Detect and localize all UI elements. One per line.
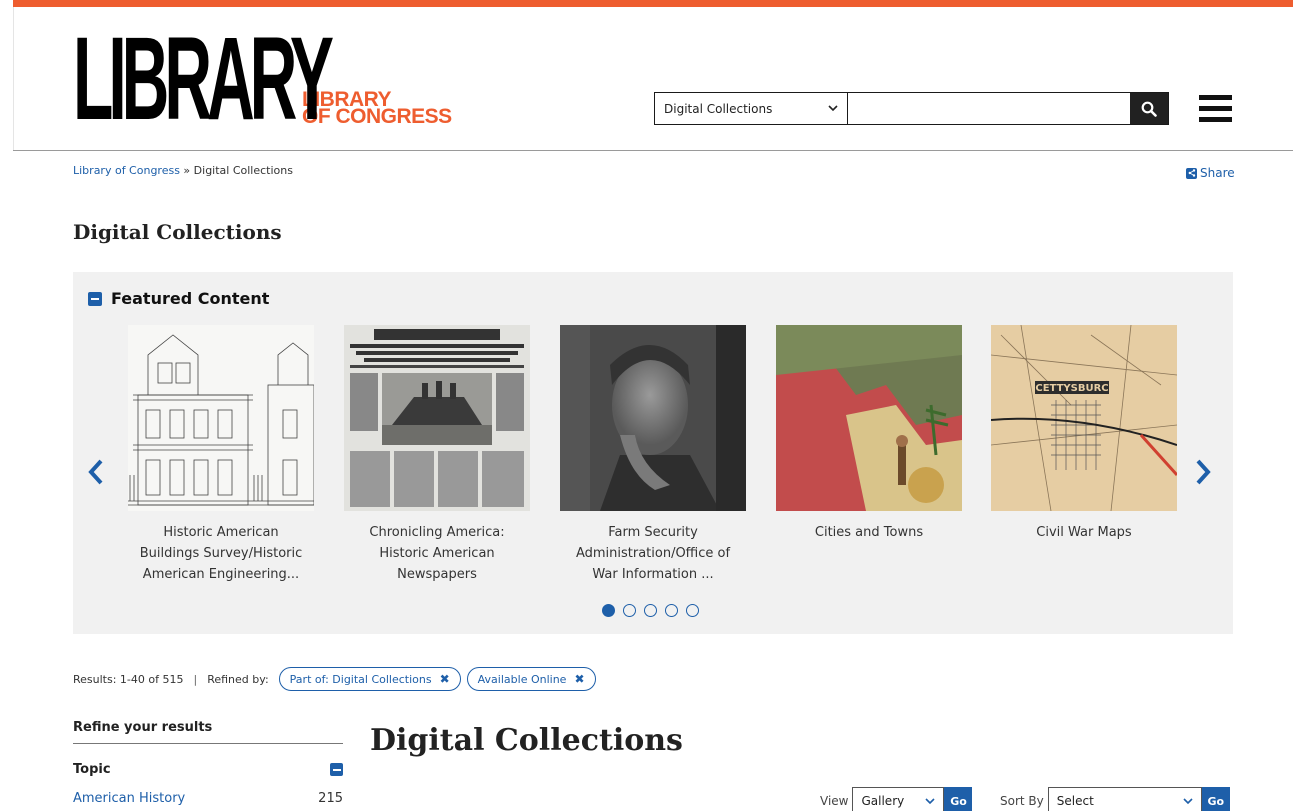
facet-group-topic[interactable]: Topic: [73, 762, 343, 777]
sort-select-value: Select: [1056, 794, 1094, 808]
chevron-left-icon: [88, 459, 103, 485]
share-button[interactable]: Share: [1186, 166, 1235, 180]
refine-heading: Refine your results: [73, 720, 343, 744]
chevron-down-icon: [925, 797, 936, 804]
breadcrumb-home-link[interactable]: Library of Congress: [73, 164, 180, 177]
remove-filter-icon[interactable]: ✖: [440, 672, 450, 686]
chevron-right-icon: [1196, 459, 1211, 485]
search-bar: Digital Collections: [654, 92, 1169, 125]
sort-control: Sort By Select Go: [1000, 787, 1230, 811]
logo-wordmark: LIBRARY: [73, 13, 334, 145]
carousel-slide[interactable]: CETTYSBURC Civil War Maps: [991, 325, 1177, 543]
loc-logo[interactable]: LIBRARY LIBRARY OF CONGRESS: [73, 13, 452, 145]
hamburger-icon[interactable]: [1199, 95, 1232, 123]
featured-heading-text: Featured Content: [111, 289, 270, 308]
top-accent-bar: [13, 0, 1293, 7]
chevron-down-icon: [828, 105, 838, 112]
view-label: View: [820, 794, 849, 808]
facet-count: 215: [318, 791, 343, 806]
slide-caption[interactable]: Civil War Maps: [991, 522, 1177, 543]
view-go-button[interactable]: Go: [944, 787, 973, 811]
share-label: Share: [1200, 166, 1235, 180]
collapse-icon[interactable]: [330, 763, 343, 776]
carousel-dot[interactable]: [665, 604, 678, 617]
remove-filter-icon[interactable]: ✖: [574, 672, 584, 686]
carousel-slide[interactable]: Cities and Towns: [776, 325, 962, 543]
carousel-dot[interactable]: [686, 604, 699, 617]
slide-image-photo[interactable]: [560, 325, 746, 511]
chevron-down-icon: [1183, 797, 1193, 804]
slide-image-map[interactable]: [776, 325, 962, 511]
slide-image-newspaper[interactable]: [344, 325, 530, 511]
results-count: Results: 1-40 of 515: [73, 672, 184, 686]
breadcrumb-current: Digital Collections: [193, 164, 293, 177]
share-icon: [1186, 167, 1197, 179]
filter-chip-available-online[interactable]: Available Online ✖: [466, 667, 596, 691]
view-control: View Gallery Go: [820, 787, 973, 811]
collapse-icon[interactable]: [88, 291, 102, 306]
results-summary: Results: 1-40 of 515 | Refined by: Part …: [73, 667, 596, 691]
slide-image-civil-war-map[interactable]: CETTYSBURC: [991, 325, 1177, 511]
svg-text:CETTYSBURC: CETTYSBURC: [1035, 383, 1108, 394]
filter-chip-label: Available Online: [477, 672, 567, 686]
breadcrumb-separator: »: [179, 164, 194, 177]
sort-select[interactable]: Select: [1047, 787, 1202, 811]
slide-image-buildings[interactable]: [128, 325, 314, 511]
sort-go-button[interactable]: Go: [1201, 787, 1230, 811]
search-scope-value: Digital Collections: [664, 101, 773, 116]
view-select-value: Gallery: [861, 794, 905, 808]
featured-content-panel: Featured Content Historic American Build…: [73, 272, 1233, 634]
carousel-slide[interactable]: Farm Security Administration/Office of W…: [560, 325, 746, 585]
carousel-dot[interactable]: [602, 604, 615, 617]
carousel-prev-arrow[interactable]: [88, 459, 104, 492]
search-scope-select[interactable]: Digital Collections: [655, 93, 848, 124]
carousel-slide[interactable]: Historic American Buildings Survey/Histo…: [128, 325, 314, 585]
filter-chip-part-of[interactable]: Part of: Digital Collections ✖: [278, 667, 461, 691]
search-button[interactable]: [1130, 93, 1168, 124]
frame-line: [13, 7, 14, 151]
facet-link[interactable]: American History: [73, 791, 185, 806]
search-input[interactable]: [848, 93, 1130, 124]
breadcrumb: Library of Congress » Digital Collection…: [73, 164, 293, 177]
carousel-dot[interactable]: [623, 604, 636, 617]
facet-item: American History 215: [73, 791, 343, 806]
filter-chip-label: Part of: Digital Collections: [289, 672, 432, 686]
carousel-next-arrow[interactable]: [1195, 459, 1211, 492]
carousel-dot[interactable]: [644, 604, 657, 617]
search-icon: [1141, 101, 1157, 117]
slide-caption[interactable]: Historic American Buildings Survey/Histo…: [128, 522, 314, 585]
results-separator: |: [193, 672, 198, 686]
featured-heading[interactable]: Featured Content: [88, 289, 269, 308]
slide-caption[interactable]: Farm Security Administration/Office of W…: [560, 522, 746, 585]
slide-caption[interactable]: Cities and Towns: [776, 522, 962, 543]
refined-by-label: Refined by:: [207, 672, 269, 686]
carousel-pagination: [602, 604, 699, 617]
carousel-slide[interactable]: Chronicling America: Historic American N…: [344, 325, 530, 585]
view-select[interactable]: Gallery: [852, 787, 945, 811]
facet-group-label: Topic: [73, 762, 111, 777]
results-title: Digital Collections: [370, 723, 683, 758]
slide-caption[interactable]: Chronicling America: Historic American N…: [344, 522, 530, 585]
header-divider: [13, 150, 1293, 151]
page-title: Digital Collections: [73, 220, 282, 244]
sort-label: Sort By: [1000, 794, 1044, 808]
